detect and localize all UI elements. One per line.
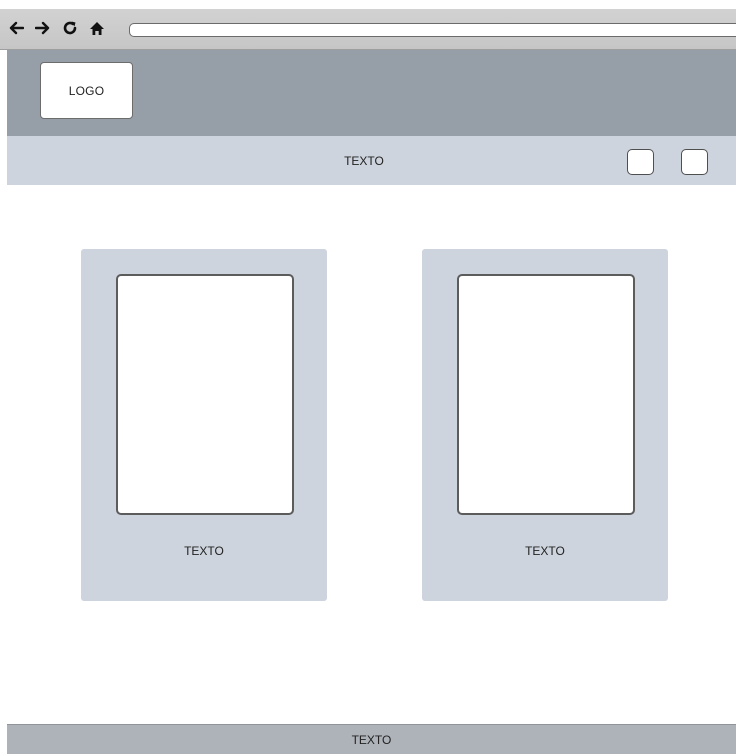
sub-navigation-title-container: TEXTO xyxy=(0,136,736,185)
site-footer: TEXTO xyxy=(7,724,736,754)
card-caption: TEXTO xyxy=(184,544,224,558)
url-input[interactable] xyxy=(129,23,736,37)
footer-text: TEXTO xyxy=(351,732,392,747)
content-card[interactable]: TEXTO xyxy=(422,249,668,601)
sub-navigation-title: TEXTO xyxy=(344,153,384,168)
logo[interactable]: LOGO xyxy=(40,62,133,119)
content-card[interactable]: TEXTO xyxy=(81,249,327,601)
page: LOGO TEXTO TEXTO TEXTO TEXTO xyxy=(0,0,736,754)
card-caption: TEXTO xyxy=(525,544,565,558)
logo-label: LOGO xyxy=(68,83,105,98)
arrow-right-icon[interactable] xyxy=(34,14,52,42)
site-header: LOGO xyxy=(7,50,736,136)
arrow-left-icon[interactable] xyxy=(7,14,25,42)
reload-icon[interactable] xyxy=(61,14,79,42)
square-button-1[interactable] xyxy=(627,149,654,175)
home-icon[interactable] xyxy=(88,14,106,42)
card-image-placeholder xyxy=(457,274,635,515)
browser-toolbar xyxy=(0,9,736,50)
square-button-2[interactable] xyxy=(681,149,708,175)
card-image-placeholder xyxy=(116,274,294,515)
